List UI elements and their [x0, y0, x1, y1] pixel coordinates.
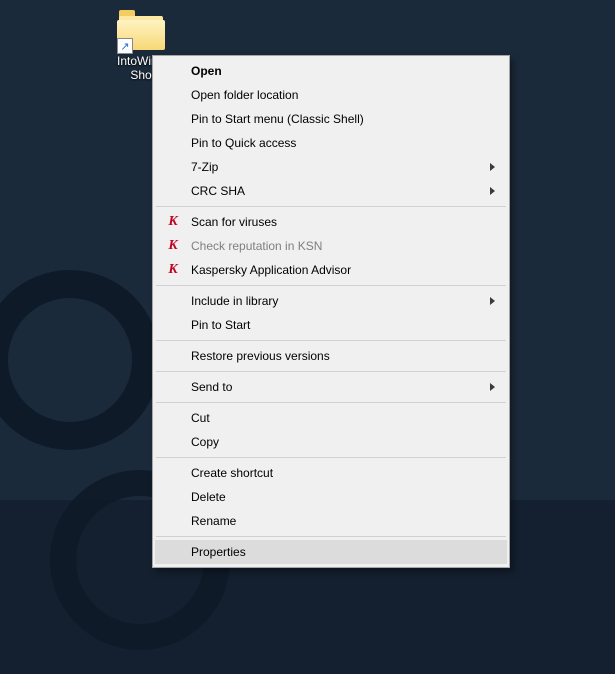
- menu-item-label: Create shortcut: [191, 466, 477, 480]
- context-menu: Open Open folder location Pin to Start men…: [152, 55, 510, 568]
- menu-item-copy[interactable]: Copy: [155, 430, 507, 454]
- menu-item-label: Open folder location: [191, 88, 477, 102]
- menu-item-properties[interactable]: Properties: [155, 540, 507, 564]
- chevron-right-icon: [490, 187, 495, 195]
- menu-item-label: Send to: [191, 380, 477, 394]
- menu-item-open-folder-location[interactable]: Open folder location: [155, 83, 507, 107]
- menu-item-pin-to-quick-access[interactable]: Pin to Quick access: [155, 131, 507, 155]
- kaspersky-icon: K: [165, 214, 181, 230]
- menu-item-scan-for-viruses[interactable]: K Scan for viruses: [155, 210, 507, 234]
- chevron-right-icon: [490, 297, 495, 305]
- menu-item-label: 7-Zip: [191, 160, 477, 174]
- menu-item-restore-previous-versions[interactable]: Restore previous versions: [155, 344, 507, 368]
- kaspersky-icon: K: [165, 238, 181, 254]
- menu-item-crc-sha[interactable]: CRC SHA: [155, 179, 507, 203]
- folder-icon: ↗: [117, 14, 165, 52]
- menu-item-create-shortcut[interactable]: Create shortcut: [155, 461, 507, 485]
- menu-item-label: Pin to Start: [191, 318, 477, 332]
- wallpaper-shape: [0, 270, 160, 450]
- kaspersky-icon: K: [165, 262, 181, 278]
- menu-item-send-to[interactable]: Send to: [155, 375, 507, 399]
- menu-separator: [156, 285, 506, 286]
- menu-item-7-zip[interactable]: 7-Zip: [155, 155, 507, 179]
- menu-item-label: Delete: [191, 490, 477, 504]
- menu-item-label: Kaspersky Application Advisor: [191, 263, 477, 277]
- menu-item-label: Pin to Start menu (Classic Shell): [191, 112, 477, 126]
- menu-separator: [156, 206, 506, 207]
- menu-item-label: Cut: [191, 411, 477, 425]
- menu-separator: [156, 402, 506, 403]
- menu-item-open[interactable]: Open: [155, 59, 507, 83]
- menu-item-cut[interactable]: Cut: [155, 406, 507, 430]
- shortcut-arrow-overlay: ↗: [117, 38, 133, 54]
- desktop-wallpaper: ↗ IntoWin - Sho OpenOpen folder location…: [0, 0, 615, 674]
- menu-item-rename[interactable]: Rename: [155, 509, 507, 533]
- menu-item-label: Copy: [191, 435, 477, 449]
- menu-item-label: Properties: [191, 545, 477, 559]
- menu-item-label: Rename: [191, 514, 477, 528]
- menu-item-label: Scan for viruses: [191, 215, 477, 229]
- menu-item-include-in-library[interactable]: Include in library: [155, 289, 507, 313]
- menu-item-pin-to-start[interactable]: Pin to Start: [155, 313, 507, 337]
- menu-item-label: Check reputation in KSN: [191, 239, 477, 253]
- chevron-right-icon: [490, 163, 495, 171]
- chevron-right-icon: [490, 383, 495, 391]
- menu-item-label: Open: [191, 64, 477, 78]
- menu-item-delete[interactable]: Delete: [155, 485, 507, 509]
- menu-item-label: CRC SHA: [191, 184, 477, 198]
- menu-item-check-reputation-in-ksn: K Check reputation in KSN: [155, 234, 507, 258]
- menu-item-label: Restore previous versions: [191, 349, 477, 363]
- menu-separator: [156, 457, 506, 458]
- menu-separator: [156, 340, 506, 341]
- menu-item-pin-to-start-menu-classic-shell[interactable]: Pin to Start menu (Classic Shell): [155, 107, 507, 131]
- menu-item-kaspersky-application-advisor[interactable]: K Kaspersky Application Advisor: [155, 258, 507, 282]
- menu-separator: [156, 371, 506, 372]
- menu-item-label: Pin to Quick access: [191, 136, 477, 150]
- menu-item-label: Include in library: [191, 294, 477, 308]
- menu-separator: [156, 536, 506, 537]
